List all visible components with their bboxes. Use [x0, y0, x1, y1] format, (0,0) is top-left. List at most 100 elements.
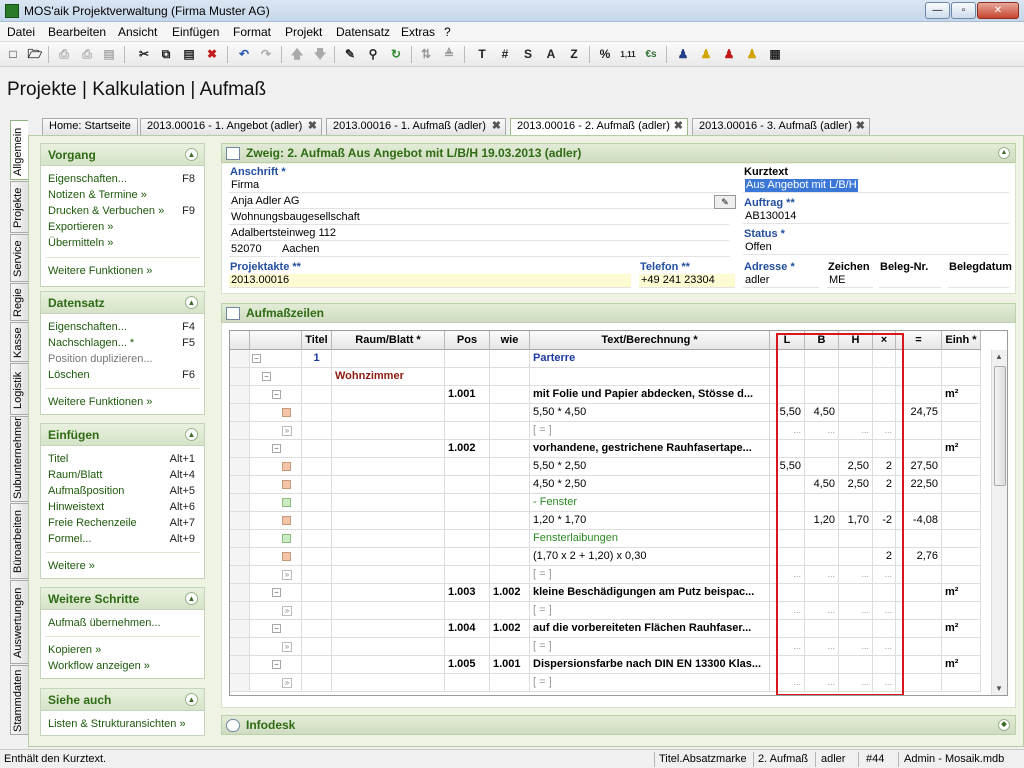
- menu-datensatz[interactable]: Datensatz: [336, 25, 390, 39]
- link-uebermitteln[interactable]: Übermitteln »: [48, 237, 113, 249]
- cell-ctl[interactable]: [230, 404, 250, 422]
- cell-wie[interactable]: [490, 440, 530, 458]
- currency-button[interactable]: €s: [642, 46, 660, 63]
- cell-titel[interactable]: [302, 674, 332, 692]
- cell-text[interactable]: mit Folie und Papier abdecken, Stösse d.…: [530, 386, 770, 404]
- calc-line-icon[interactable]: [282, 462, 291, 471]
- vtab-projekte[interactable]: Projekte: [10, 181, 28, 233]
- link-weitere-funktionen[interactable]: Weitere Funktionen »: [48, 265, 152, 277]
- sum-line-icon[interactable]: »: [282, 642, 292, 652]
- scroll-up-icon[interactable]: ▲: [995, 352, 1003, 361]
- move-up-icon[interactable]: 🡅: [288, 46, 306, 63]
- link-nachschlagen[interactable]: Nachschlagen... *: [48, 337, 134, 349]
- cell-raum[interactable]: [332, 458, 445, 476]
- link-eigenschaften[interactable]: Eigenschaften...: [48, 173, 127, 185]
- vertical-scrollbar[interactable]: ▲ ▼: [991, 350, 1007, 695]
- cell-text[interactable]: auf die vorbereiteten Flächen Rauhfaser.…: [530, 620, 770, 638]
- panel-schritte-header[interactable]: Weitere Schritte ▲: [41, 588, 204, 610]
- panel-vorgang-header[interactable]: Vorgang ▲: [41, 144, 204, 166]
- sum-line-icon[interactable]: »: [282, 678, 292, 688]
- cell-titel[interactable]: [302, 422, 332, 440]
- cell-ctl[interactable]: [230, 386, 250, 404]
- panel-datensatz-header[interactable]: Datensatz ▲: [41, 292, 204, 314]
- anschrift-line-2[interactable]: Anja Adler AG: [229, 195, 715, 209]
- print-preview-icon[interactable]: ⎙: [78, 46, 96, 63]
- cell-wie[interactable]: [490, 386, 530, 404]
- collapse-icon[interactable]: ▲: [185, 296, 198, 309]
- cell-text[interactable]: Dispersionsfarbe nach DIN EN 13300 Klas.…: [530, 656, 770, 674]
- cell-text[interactable]: - Fenster: [530, 494, 770, 512]
- cell-einh[interactable]: m²: [942, 584, 981, 602]
- cell-titel[interactable]: [302, 548, 332, 566]
- panel-siehe-header[interactable]: Siehe auch ▲: [41, 689, 204, 711]
- cell-wie[interactable]: [490, 638, 530, 656]
- layout-icon[interactable]: ▦: [766, 46, 784, 63]
- cell-pos[interactable]: [445, 458, 490, 476]
- cell-pos[interactable]: 1.001: [445, 386, 490, 404]
- link-freie-rechenzeile[interactable]: Freie Rechenzeile: [48, 517, 137, 529]
- zeichen-field[interactable]: ME: [827, 274, 873, 288]
- new-icon[interactable]: □: [4, 46, 22, 63]
- scroll-thumb[interactable]: [994, 366, 1006, 486]
- cell-text[interactable]: vorhandene, gestrichene Rauhfasertape...: [530, 440, 770, 458]
- cell-pos[interactable]: [445, 512, 490, 530]
- aufmass-header[interactable]: Aufmaßzeilen: [221, 303, 1016, 323]
- cell-einh[interactable]: [942, 566, 981, 584]
- link-workflow[interactable]: Workflow anzeigen »: [48, 660, 150, 672]
- sum-line-icon[interactable]: »: [282, 570, 292, 580]
- tab-aufmass-1[interactable]: 2013.00016 - 1. Aufmaß (adler) ✖: [326, 118, 506, 135]
- copy-icon[interactable]: ⧉: [157, 46, 175, 63]
- cell-titel[interactable]: [302, 494, 332, 512]
- status-field[interactable]: Offen: [743, 241, 1009, 255]
- projektakte-field[interactable]: 2013.00016: [229, 274, 631, 288]
- calc-line-icon[interactable]: [282, 408, 291, 417]
- cell-raum[interactable]: [332, 548, 445, 566]
- belegdatum-field[interactable]: [948, 274, 1009, 288]
- cell-pos[interactable]: [445, 422, 490, 440]
- cell-pos[interactable]: [445, 602, 490, 620]
- cell-text[interactable]: [ = ]: [530, 422, 770, 440]
- address-picker-icon[interactable]: ✎: [714, 195, 736, 209]
- cell-raum[interactable]: [332, 512, 445, 530]
- undo-icon[interactable]: ↶: [235, 46, 253, 63]
- cell-text[interactable]: [ = ]: [530, 674, 770, 692]
- cell-raum[interactable]: [332, 620, 445, 638]
- expand-icon[interactable]: ◆: [998, 719, 1010, 731]
- cell-raum[interactable]: [332, 656, 445, 674]
- sum-line-icon[interactable]: »: [282, 426, 292, 436]
- minimize-button[interactable]: —: [925, 2, 950, 19]
- cell-einh[interactable]: [942, 404, 981, 422]
- cell-wie[interactable]: [490, 368, 530, 386]
- cell-pos[interactable]: [445, 530, 490, 548]
- link-hinweistext[interactable]: Hinweistext: [48, 501, 104, 513]
- cell-wie[interactable]: [490, 566, 530, 584]
- cell-ctl[interactable]: [230, 476, 250, 494]
- cell-ctl[interactable]: [230, 494, 250, 512]
- menu-einfuegen[interactable]: Einfügen: [172, 25, 219, 39]
- cell-text[interactable]: [ = ]: [530, 638, 770, 656]
- cell-einh[interactable]: [942, 512, 981, 530]
- close-tab-icon[interactable]: ✖: [674, 119, 683, 134]
- menu-ansicht[interactable]: Ansicht: [118, 25, 157, 39]
- cell-raum[interactable]: [332, 638, 445, 656]
- cell-wie[interactable]: [490, 494, 530, 512]
- cell-einh[interactable]: [942, 350, 981, 368]
- note-line-icon[interactable]: [282, 498, 291, 507]
- column-header-raum[interactable]: Raum/Blatt *: [332, 331, 445, 350]
- cell-ctl[interactable]: [230, 602, 250, 620]
- cell-einh[interactable]: [942, 458, 981, 476]
- cell-wie[interactable]: [490, 548, 530, 566]
- user-blue-icon[interactable]: ♟: [674, 46, 692, 63]
- cell-einh[interactable]: [942, 530, 981, 548]
- cell-einh[interactable]: [942, 422, 981, 440]
- kurztext-field[interactable]: Aus Angebot mit L/B/H: [743, 179, 1009, 193]
- tree-collapse-icon[interactable]: −: [272, 660, 281, 669]
- cell-raum[interactable]: [332, 566, 445, 584]
- cell-pos[interactable]: 1.003: [445, 584, 490, 602]
- cell-wie[interactable]: [490, 422, 530, 440]
- tab-aufmass-3[interactable]: 2013.00016 - 3. Aufmaß (adler) ✖: [692, 118, 870, 135]
- link-loeschen[interactable]: Löschen: [48, 369, 90, 381]
- cell-wie[interactable]: [490, 602, 530, 620]
- cell-wie[interactable]: [490, 350, 530, 368]
- tree-collapse-icon[interactable]: −: [272, 588, 281, 597]
